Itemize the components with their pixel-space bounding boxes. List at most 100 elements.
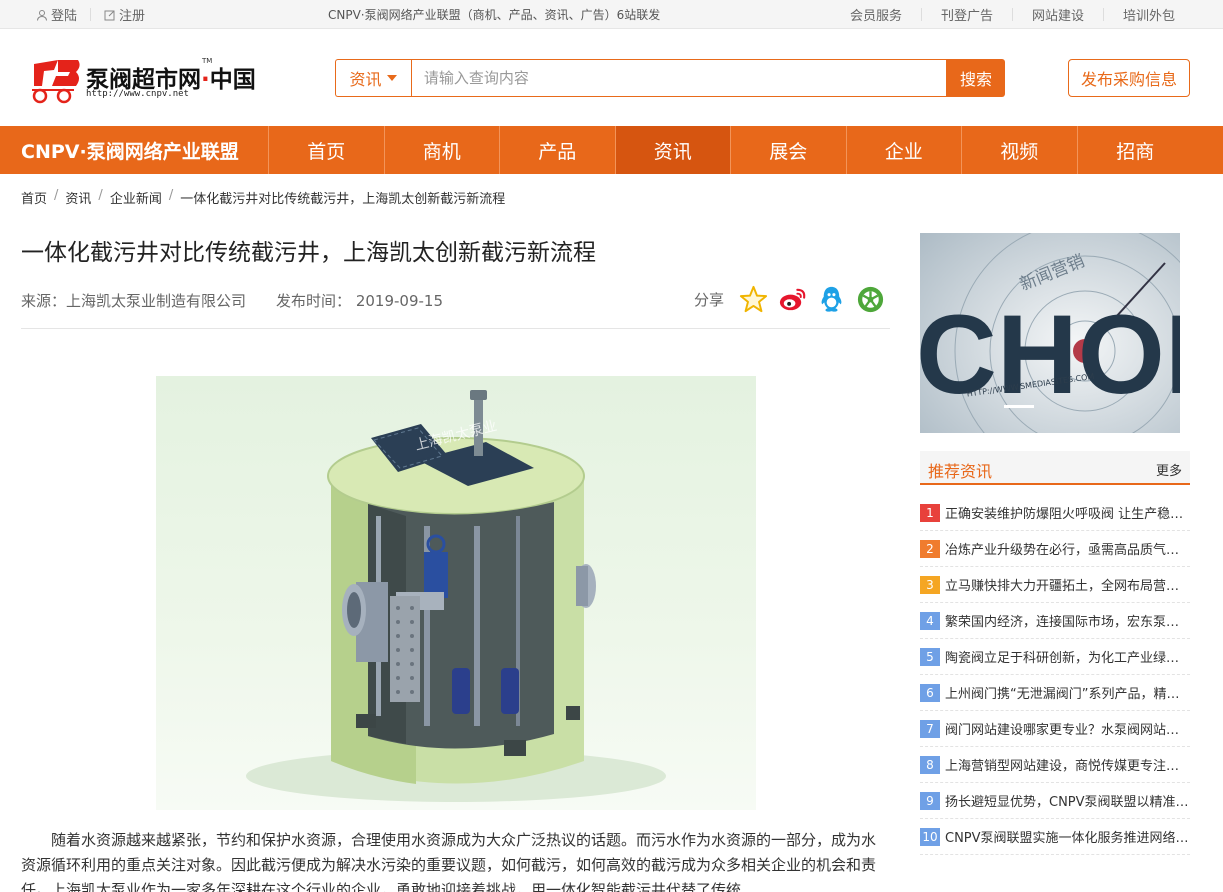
rank-badge: 9: [920, 791, 940, 810]
rank-badge: 5: [920, 647, 940, 666]
training-outsourcing-link[interactable]: 培训外包: [1123, 5, 1175, 24]
nav-item-exhibitions[interactable]: 展会: [731, 126, 847, 174]
list-item[interactable]: 1 正确安装维护防爆阻火呼吸阀 让生产稳中求进: [920, 495, 1190, 531]
article-date-wrap: 发布时间： 2019-09-15: [276, 290, 443, 311]
list-item[interactable]: 2 冶炼产业升级势在必行，亟需高品质气动阀门: [920, 531, 1190, 567]
article-date-label: 发布时间：: [276, 292, 352, 310]
breadcrumb: 首页 / 资讯 / 企业新闻 / 一体化截污井对比传统截污井，上海凯太创新截污新…: [21, 188, 505, 207]
news-link[interactable]: 阀门网站建设哪家更专业？水泵阀网站建设首选: [945, 719, 1189, 738]
user-icon: [37, 9, 47, 21]
register-label: 注册: [119, 9, 146, 24]
news-link[interactable]: 繁荣国内经济，连接国际市场，宏东泵业加速发展: [945, 611, 1189, 630]
recommended-news-header: 推荐资讯 更多: [920, 451, 1190, 485]
nav-item-home[interactable]: 首页: [269, 126, 385, 174]
alliance-announcement: CNPV·泵阀网络产业联盟（商机、产品、资讯、广告）6站联发: [328, 8, 661, 22]
article-divider: [21, 328, 890, 329]
list-item[interactable]: 7 阀门网站建设哪家更专业？水泵阀网站建设首选: [920, 711, 1190, 747]
account-links: 登陆 注册: [36, 5, 145, 24]
rank-badge: 3: [920, 575, 940, 594]
rank-badge: 1: [920, 503, 940, 522]
nav-item-companies[interactable]: 企业: [847, 126, 962, 174]
news-link[interactable]: 上州阀门携“无泄漏阀门”系列产品，精彩亮相展会: [945, 683, 1189, 702]
article-date: 2019-09-15: [355, 292, 443, 310]
rank-badge: 4: [920, 611, 940, 630]
list-item[interactable]: 10 CNPV泵阀联盟实施一体化服务推进网络营销: [920, 819, 1190, 855]
rank-badge: 2: [920, 539, 940, 558]
news-link[interactable]: 立马赚快排大力开疆拓土，全网布局营销推广: [945, 575, 1189, 594]
breadcrumb-separator: /: [168, 188, 174, 203]
star-icon[interactable]: [738, 284, 769, 315]
article-body: 随着水资源越来越紧张，节约和保护水资源，合理使用水资源成为大众广泛热议的话题。而…: [21, 831, 877, 892]
breadcrumb-separator: /: [98, 188, 103, 203]
nav-item-products[interactable]: 产品: [500, 126, 616, 174]
site-header: 泵阀超市网·中国 TM http://www.cnpv.net 资讯 搜索 发布…: [0, 29, 1223, 126]
qq-icon[interactable]: [816, 284, 847, 315]
recommended-news-title: 推荐资讯: [928, 462, 993, 481]
news-link[interactable]: 冶炼产业升级势在必行，亟需高品质气动阀门: [945, 539, 1189, 558]
list-item[interactable]: 9 扬长避短显优势，CNPV泵阀联盟以精准营销见长: [920, 783, 1190, 819]
article-image: 上海凯太泵业: [156, 376, 756, 810]
breadcrumb-news[interactable]: 资讯: [65, 188, 91, 207]
search-button[interactable]: 搜索: [947, 59, 1005, 97]
breadcrumb-separator: /: [54, 188, 59, 203]
login-link[interactable]: 登陆: [36, 5, 77, 24]
trademark-mark: TM: [202, 57, 213, 65]
news-link[interactable]: 陶瓷阀立足于科研创新，为化工产业绿色发展助力: [945, 647, 1189, 666]
edit-icon: [104, 10, 115, 20]
nav-brand[interactable]: CNPV·泵阀网络产业联盟: [0, 126, 269, 174]
rank-badge: 6: [920, 683, 940, 702]
search-category-select[interactable]: 资讯: [335, 59, 411, 97]
member-service-link[interactable]: 会员服务: [850, 5, 902, 24]
list-item[interactable]: 8 上海营销型网站建设，商悦传媒更专注泵阀行业: [920, 747, 1190, 783]
top-utility-bar: 登陆 注册 CNPV·泵阀网络产业联盟（商机、产品、资讯、广告）6站联发 会员服…: [0, 0, 1223, 29]
news-link[interactable]: CNPV泵阀联盟实施一体化服务推进网络营销: [945, 827, 1189, 846]
recommended-news-list: 1 正确安装维护防爆阻火呼吸阀 让生产稳中求进 2 冶炼产业升级势在必行，亟需高品质…: [920, 495, 1190, 855]
site-logo[interactable]: 泵阀超市网·中国 TM http://www.cnpv.net: [28, 56, 268, 104]
divider: [1102, 8, 1104, 21]
sidebar-ad-banner[interactable]: CHOICE 新闻营销 HTTP://WWW.SMEDIASITES.COM: [920, 233, 1180, 433]
article-title: 一体化截污井对比传统截污井，上海凯太创新截污新流程: [21, 240, 596, 266]
register-link[interactable]: 注册: [104, 5, 145, 24]
list-item[interactable]: 5 陶瓷阀立足于科研创新，为化工产业绿色发展助力: [920, 639, 1190, 675]
rank-badge: 7: [920, 719, 940, 738]
article-source: 来源：上海凯太泵业制造有限公司: [21, 292, 247, 310]
breadcrumb-home[interactable]: 首页: [21, 188, 47, 207]
share-label: 分享: [694, 291, 725, 309]
pump-station-illustration: 上海凯太泵业: [246, 390, 666, 802]
logo-mark-icon: [32, 60, 80, 104]
news-link[interactable]: 正确安装维护防爆阻火呼吸阀 让生产稳中求进: [945, 503, 1189, 522]
breadcrumb-company-news[interactable]: 企业新闻: [110, 188, 162, 207]
search-bar: 资讯 搜索: [335, 59, 1005, 97]
list-item[interactable]: 3 立马赚快排大力开疆拓土，全网布局营销推广: [920, 567, 1190, 603]
wechat-moments-icon[interactable]: [855, 284, 886, 315]
news-link[interactable]: 扬长避短显优势，CNPV泵阀联盟以精准营销见长: [945, 791, 1189, 810]
search-input[interactable]: [410, 59, 948, 97]
divider: [90, 8, 92, 21]
weibo-icon[interactable]: [777, 284, 808, 315]
login-label: 登陆: [51, 9, 78, 24]
search-category-label: 资讯: [349, 70, 382, 89]
advertise-link[interactable]: 刊登广告: [941, 5, 993, 24]
publish-purchase-button[interactable]: 发布采购信息: [1068, 59, 1190, 97]
nav-item-investment[interactable]: 招商: [1078, 126, 1194, 174]
rank-badge: 8: [920, 755, 940, 774]
banner-choice-text: CHOICE: [920, 292, 1180, 417]
list-item[interactable]: 6 上州阀门携“无泄漏阀门”系列产品，精彩亮相展会: [920, 675, 1190, 711]
divider: [920, 8, 922, 21]
breadcrumb-current: 一体化截污井对比传统截污井，上海凯太创新截污新流程: [180, 192, 506, 207]
choice-banner-graphic: CHOICE 新闻营销 HTTP://WWW.SMEDIASITES.COM: [920, 233, 1180, 433]
site-building-link[interactable]: 网站建设: [1032, 5, 1084, 24]
rank-badge: 10: [920, 827, 940, 846]
list-item[interactable]: 4 繁荣国内经济，连接国际市场，宏东泵业加速发展: [920, 603, 1190, 639]
logo-url: http://www.cnpv.net: [86, 89, 189, 99]
nav-item-news[interactable]: 资讯: [615, 126, 731, 174]
more-link[interactable]: 更多: [1156, 460, 1182, 479]
news-link[interactable]: 上海营销型网站建设，商悦传媒更专注泵阀行业: [945, 755, 1189, 774]
service-links: 会员服务 刊登广告 网站建设 培训外包: [850, 5, 1175, 24]
chevron-down-icon: [387, 75, 398, 81]
nav-item-videos[interactable]: 视频: [962, 126, 1078, 174]
share-bar: 分享: [694, 284, 886, 315]
article-meta: 来源：上海凯太泵业制造有限公司 发布时间： 2019-09-15: [21, 290, 443, 311]
nav-item-business[interactable]: 商机: [385, 126, 500, 174]
divider: [1011, 8, 1013, 21]
